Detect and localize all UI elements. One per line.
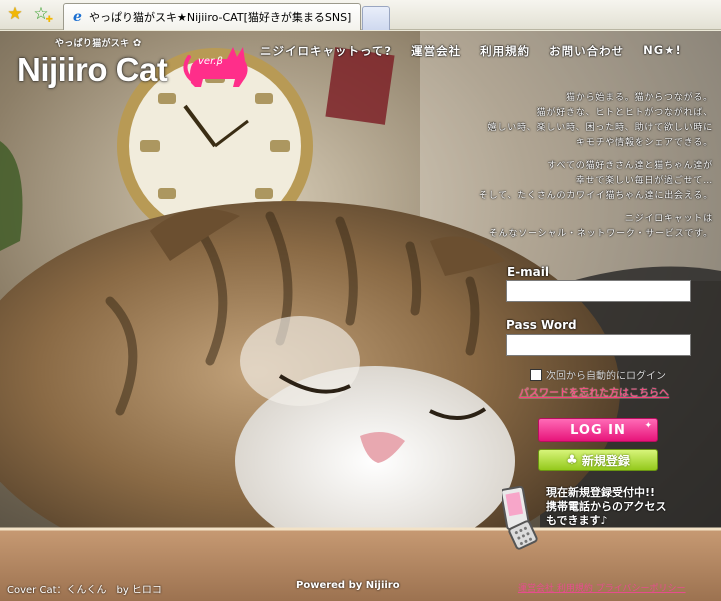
browser-tab[interactable]: e やっぱり猫がスキ★Nijiiro-CAT[猫好きが集まるSNS] <box>63 3 361 30</box>
nav-company[interactable]: 運営会社 <box>411 43 461 59</box>
ie-icon: e <box>73 9 82 25</box>
nav-contact[interactable]: お問い合わせ <box>549 43 624 59</box>
forgot-password-link[interactable]: パスワードを忘れた方はこちらへ <box>519 384 669 399</box>
intro-paragraph-1: 猫から始まる。猫からつながる。 猫が好きな、ヒトとヒトがつながれば、 嬉しい時、… <box>487 93 713 148</box>
clover-icon: ♣ <box>566 452 578 468</box>
login-button-label: LOG IN <box>570 422 626 438</box>
password-field[interactable] <box>506 334 691 356</box>
paw-icon: ✿ <box>132 38 142 49</box>
logo-version: ver.β <box>198 56 223 67</box>
intro-text: 猫から始まる。猫からつながる。 猫が好きな、ヒトとヒトがつながれば、 嬉しい時、… <box>479 91 713 250</box>
add-favorite-icon[interactable]: ☆ <box>31 4 53 25</box>
mobile-notice-text: 現在新規登録受付中!! 携帯電話からのアクセス もできます♪ <box>546 486 667 527</box>
page-content: やっぱり猫がスキ ✿ Nijiiro Cat ver.β ニジイロキャットって?… <box>0 31 721 601</box>
remember-label: 次回から自動的にログイン <box>546 371 666 382</box>
password-label: Pass Word <box>506 318 577 332</box>
login-button[interactable]: LOG IN ✦ <box>538 418 658 442</box>
email-field[interactable] <box>506 280 691 302</box>
email-label: E-mail <box>507 265 550 279</box>
nav-ng[interactable]: NG★! <box>643 43 682 59</box>
mobile-phone-icon <box>502 486 538 550</box>
mobile-notice: 現在新規登録受付中!! 携帯電話からのアクセス もできます♪ <box>502 486 666 550</box>
site-logo[interactable]: Nijiiro Cat <box>17 51 168 89</box>
logo-tagline: やっぱり猫がスキ ✿ <box>55 38 142 49</box>
powered-by: Powered by Nijiiro <box>296 580 400 591</box>
register-button-label: 新規登録 <box>581 453 630 468</box>
top-nav: ニジイロキャットって? 運営会社 利用規約 お問い合わせ NG★! <box>260 43 682 59</box>
sparkle-icon: ✦ <box>644 421 653 431</box>
nav-about[interactable]: ニジイロキャットって? <box>260 43 392 59</box>
tab-title: やっぱり猫がスキ★Nijiiro-CAT[猫好きが集まるSNS] <box>89 11 352 24</box>
register-button[interactable]: ♣ 新規登録 <box>538 449 658 471</box>
remember-login[interactable]: 次回から自動的にログイン <box>530 367 666 382</box>
remember-checkbox[interactable] <box>530 368 542 381</box>
intro-paragraph-3: ニジイロキャットは そんなソーシャル・ネットワーク・サービスです。 <box>488 214 713 239</box>
cover-cat-credit: Cover Cat：くんくん by ヒロコ <box>7 585 162 596</box>
star-icon[interactable]: ★ <box>5 4 25 24</box>
intro-paragraph-2: すべての猫好きさん達と猫ちゃん達が 幸せで楽しい毎日が過ごせて… そして、たくさ… <box>478 161 713 201</box>
nav-terms[interactable]: 利用規約 <box>480 43 530 59</box>
browser-tab-strip: ★ ☆ e やっぱり猫がスキ★Nijiiro-CAT[猫好きが集まるSNS] <box>0 0 721 30</box>
new-tab-button[interactable] <box>362 6 390 30</box>
footer-links[interactable]: 運営会社 利用規約 プライバシーポリシー <box>518 581 686 594</box>
